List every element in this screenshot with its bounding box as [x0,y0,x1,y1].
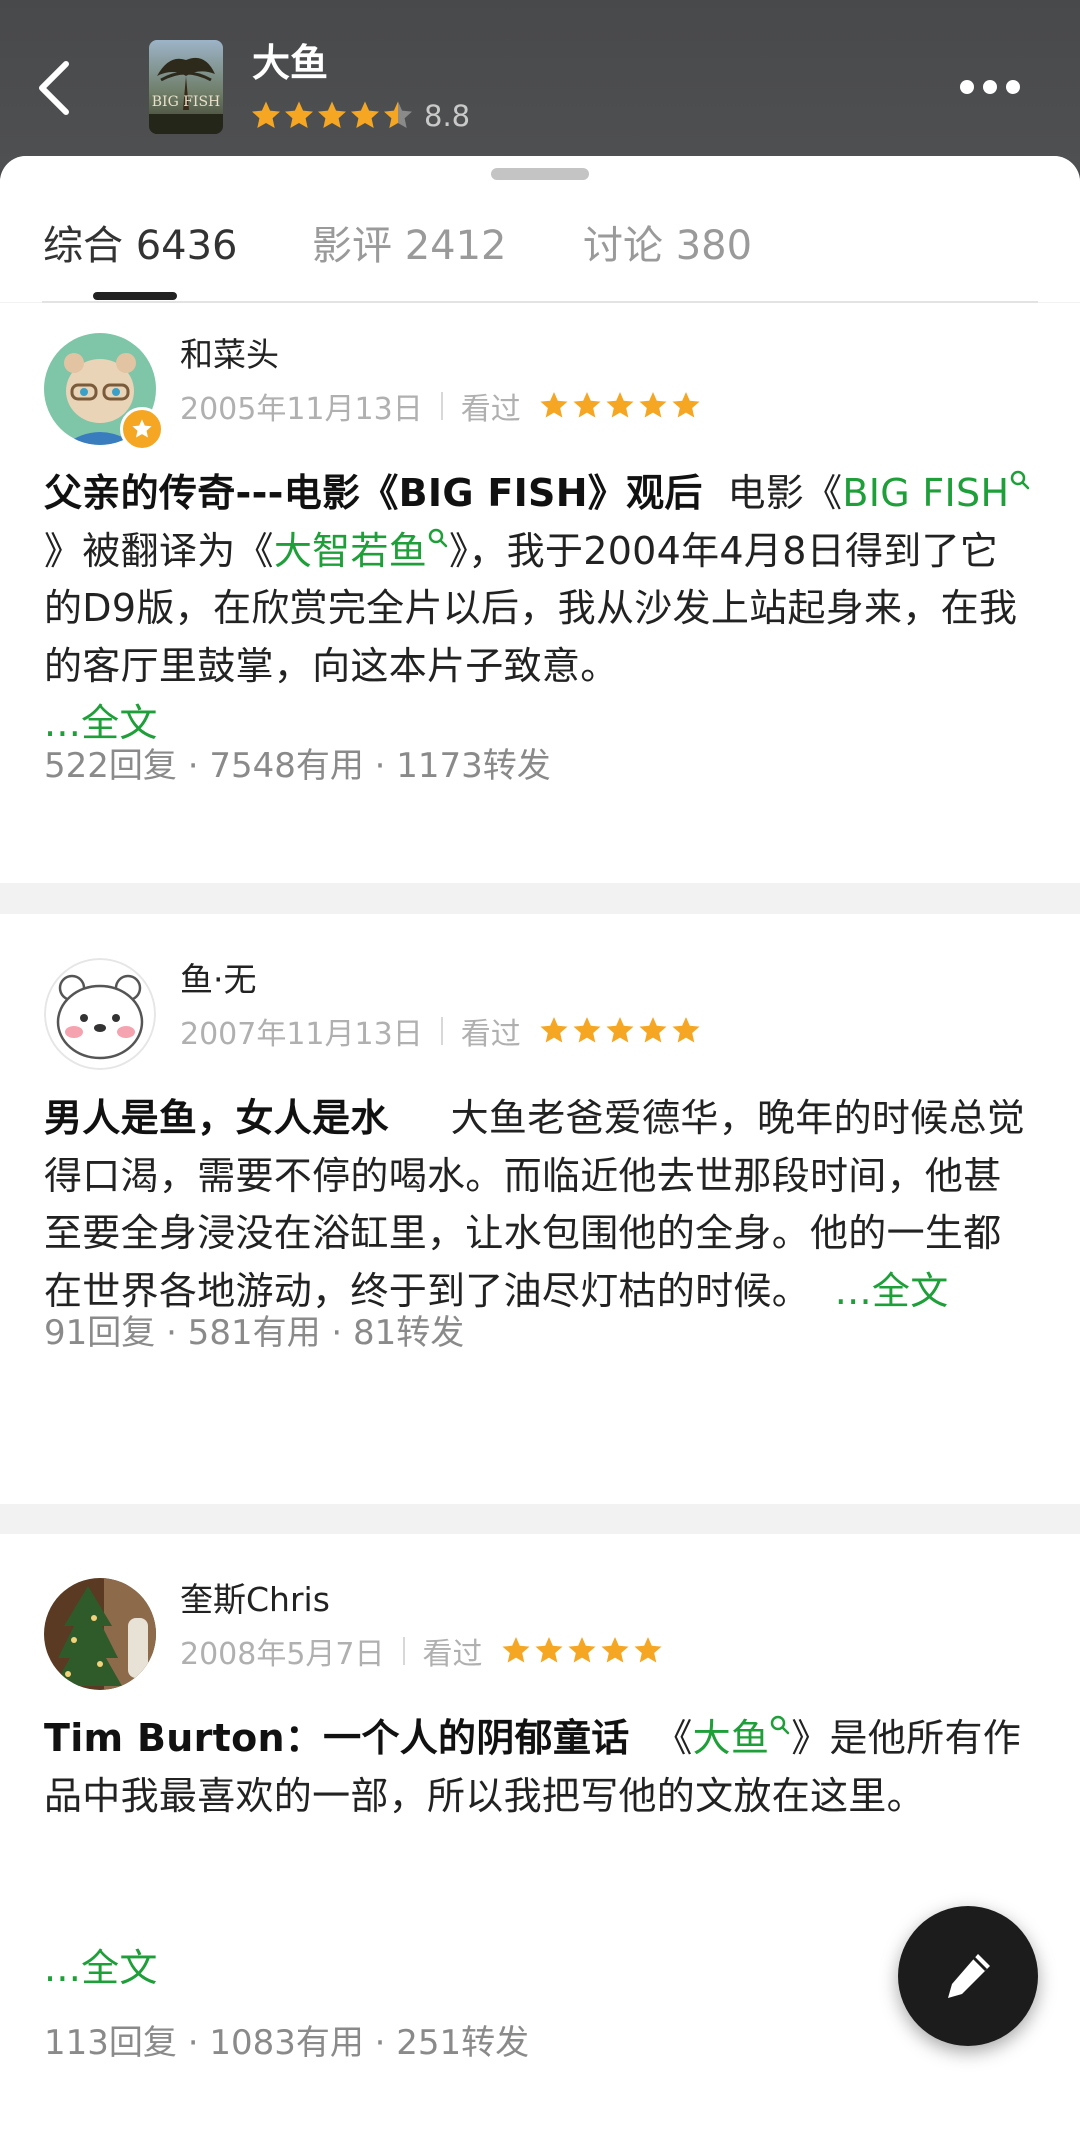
movie-title: 大鱼 [252,41,329,85]
star-icon [672,392,700,418]
review-date: 2007年11月13日 [180,1017,423,1052]
review-date: 2008年5月7日 [180,1637,385,1672]
tab-discussions[interactable]: 讨论 380 [583,218,752,274]
review-date: 2005年11月13日 [180,392,423,427]
star-icon [639,392,667,418]
review-stats: 91回复 · 581有用 · 81转发 [44,1313,465,1353]
movie-poster[interactable]: BIG FISH [149,40,223,134]
review-text: 》被翻译为《 [44,528,274,573]
star-icon [540,392,568,418]
reviews-sheet: 综合 6436 影评 2412 讨论 380 和菜头 2005年11月13日 看… [0,156,1080,2138]
write-review-button[interactable] [898,1906,1038,2046]
review-meta: 2007年11月13日 看过 [180,1010,703,1052]
star-icon [639,1017,667,1043]
movie-link[interactable]: 大鱼 [693,1715,792,1760]
star-icon [672,1017,700,1043]
avatar[interactable] [44,958,156,1070]
star-icon [318,101,346,128]
tab-reviews[interactable]: 影评 2412 [312,218,507,274]
tab-bar: 综合 6436 影评 2412 讨论 380 [0,156,1080,303]
read-more-row: ...全文 [44,1940,1034,1998]
review-card[interactable]: 和菜头 2005年11月13日 看过 父亲的传奇---电影《BIG FISH》观… [0,303,1080,883]
review-text: 电影《 [727,471,843,515]
avatar[interactable] [44,1578,156,1690]
star-icon [351,101,379,128]
username[interactable]: 鱼·无 [180,958,257,1002]
review-stars [502,1637,662,1663]
divider [440,392,443,420]
read-more-link[interactable]: ...全文 [835,1269,949,1313]
search-icon [1011,470,1030,490]
star-icon [535,1637,563,1663]
more-button[interactable] [960,78,1020,96]
review-text: 《 [654,1716,693,1760]
star-icon [540,1017,568,1043]
review-title: 男人是鱼，女人是水 [44,1096,389,1140]
star-icon [502,1637,530,1663]
review-body[interactable]: 男人是鱼，女人是水 大鱼老爸爱德华，晚年的时候总觉得口渴，需要不停的喝水。而临近… [44,1090,1034,1320]
watch-status: 看过 [460,1017,521,1052]
search-icon [428,528,448,547]
search-icon [771,1715,790,1735]
review-card[interactable]: 鱼·无 2007年11月13日 看过 男人是鱼，女人是水 大鱼老爸爱德华，晚年的… [0,914,1080,1504]
star-icon [606,392,634,418]
more-icon [960,80,974,94]
rating-row: 8.8 [250,96,470,136]
star-icon [573,392,601,418]
read-more-link[interactable]: ...全文 [44,701,158,745]
review-body[interactable]: Tim Burton：一个人的阴郁童话 《大鱼 》是他所有作品中我最喜欢的一部，所… [44,1710,1034,1825]
header: BIG FISH 大鱼 8.8 [0,0,1080,170]
tab-all[interactable]: 综合 6436 [43,218,238,274]
back-button[interactable] [34,58,76,118]
watch-status: 看过 [460,392,521,427]
star-icon [601,1637,629,1663]
tab-active-indicator [93,292,177,300]
poster-title: BIG FISH [152,94,221,110]
review-stars [540,392,700,418]
star-half-icon [384,101,412,128]
review-meta: 2008年5月7日 看过 [180,1630,665,1672]
back-icon [39,61,69,115]
review-stars [540,1017,700,1043]
review-title: 父亲的传奇---电影《BIG FISH》观后 [44,471,703,515]
review-title: Tim Burton：一个人的阴郁童话 [44,1716,630,1760]
divider [402,1637,405,1665]
star-icon [634,1637,662,1663]
read-more-link[interactable]: ...全文 [44,1946,158,1990]
badge-icon [120,407,164,451]
divider [440,1017,443,1045]
movie-link[interactable]: 大智若鱼 [274,528,449,573]
pencil-icon [948,1954,990,1998]
star-icon [573,1017,601,1043]
username[interactable]: 奎斯Chris [180,1578,330,1622]
watch-status: 看过 [422,1637,483,1672]
username[interactable]: 和菜头 [180,333,279,377]
rating-score: 8.8 [424,99,471,133]
star-icon [568,1637,596,1663]
star-icon [252,101,280,128]
review-meta: 2005年11月13日 看过 [180,385,703,427]
star-icon [606,1017,634,1043]
rating-stars [250,100,416,132]
drag-handle[interactable] [491,168,589,180]
review-card[interactable]: 奎斯Chris 2008年5月7日 看过 Tim Burton：一个人的阴郁童话… [0,1534,1080,2138]
review-body[interactable]: 父亲的传奇---电影《BIG FISH》观后 电影《BIG FISH 》被翻译为《… [44,465,1034,753]
star-icon [285,101,313,128]
review-stats: 113回复 · 1083有用 · 251转发 [44,2023,530,2063]
movie-link[interactable]: BIG FISH [842,470,1031,515]
review-stats: 522回复 · 7548有用 · 1173转发 [44,746,551,786]
